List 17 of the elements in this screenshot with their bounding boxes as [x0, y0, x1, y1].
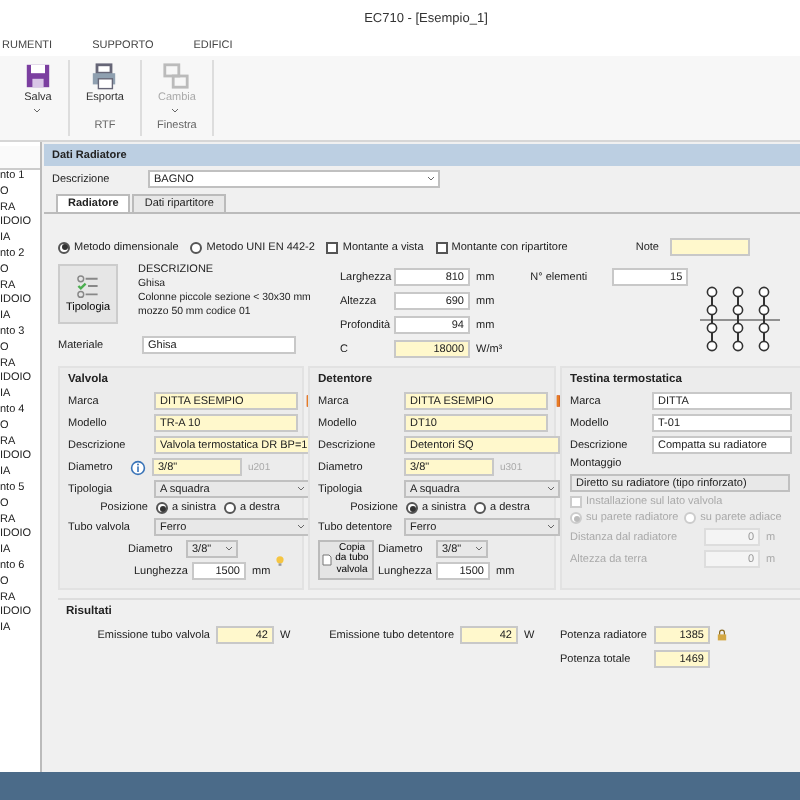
document-icon [322, 554, 332, 566]
radiator-drawing [700, 284, 781, 356]
radio-button[interactable] [474, 502, 487, 514]
checklist-icon [74, 274, 102, 298]
radio-button[interactable] [224, 502, 237, 514]
radio-button[interactable] [190, 241, 203, 253]
light-bulb-icon [274, 553, 287, 567]
radio-button[interactable] [406, 502, 418, 514]
lock-icon [716, 628, 728, 642]
radio-button[interactable] [156, 502, 168, 514]
printer-icon [90, 62, 119, 90]
checkbox[interactable] [326, 241, 339, 253]
info-icon [130, 459, 146, 475]
radio-button[interactable] [58, 241, 70, 253]
windows-icon [162, 62, 191, 90]
note-field[interactable] [670, 238, 751, 256]
checkbox[interactable] [435, 241, 448, 253]
